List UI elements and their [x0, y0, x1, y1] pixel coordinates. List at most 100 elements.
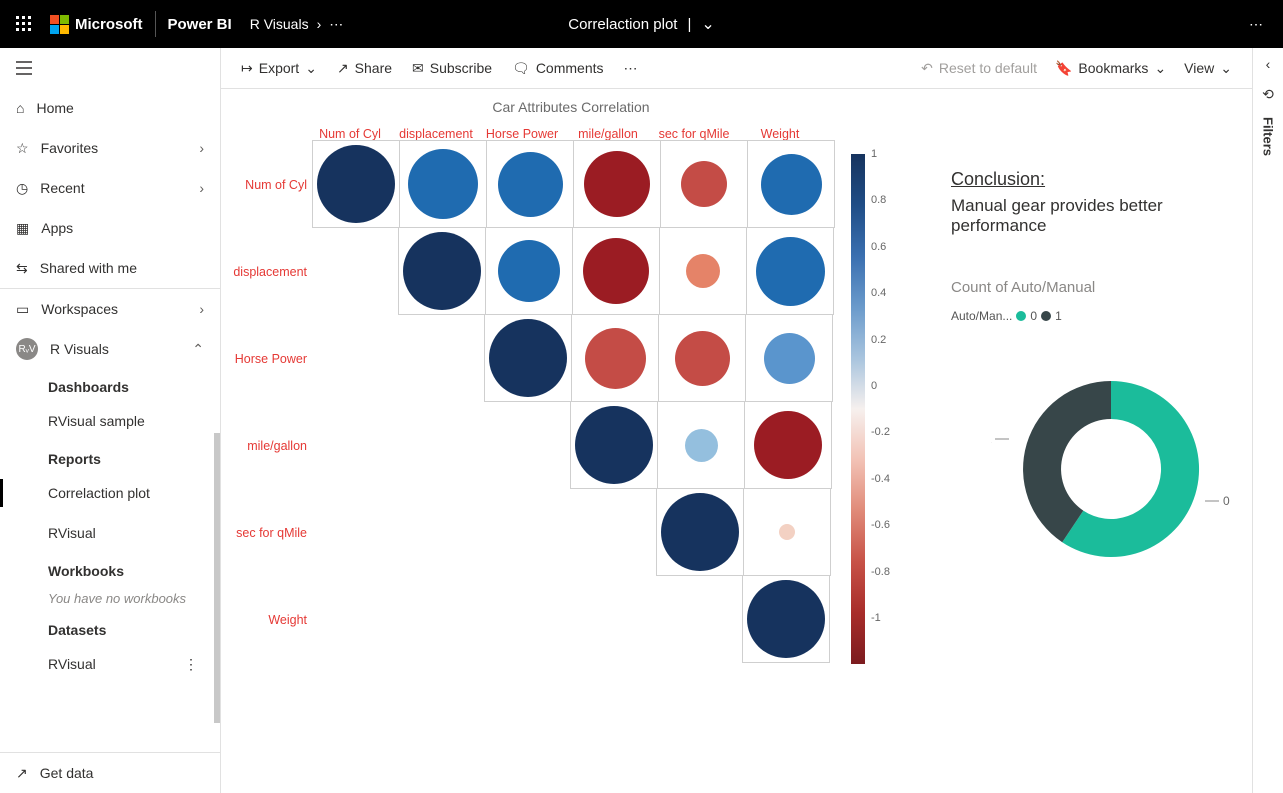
corr-cell [658, 314, 746, 402]
corr-cell [313, 229, 399, 315]
left-nav: ⌂Home ☆ Favorites › ◷Recent› ▦ Apps ⇆Shared… [0, 48, 221, 793]
gradient-bar [851, 154, 865, 664]
app-launcher-icon[interactable] [8, 8, 40, 40]
nav-label: Favorites [41, 140, 188, 156]
item-label: RVisual sample [48, 413, 145, 429]
corr-cell [313, 577, 399, 663]
corr-circle [498, 152, 563, 217]
corr-cell [747, 140, 835, 228]
legend-text: 1 [1055, 309, 1062, 323]
breadcrumb[interactable]: R Visuals › ⋯ [250, 16, 344, 33]
section-dashboards: Dashboards [0, 369, 220, 401]
dataset-item[interactable]: RVisual⋮ [0, 644, 220, 684]
brand-label: Microsoft [75, 16, 143, 33]
conclusion-title: Conclusion: [951, 169, 1231, 190]
report-item[interactable]: RVisual [0, 513, 220, 553]
nav-workspaces[interactable]: ▭Workspaces› [0, 289, 220, 329]
column-headers: Num of CyldisplacementHorse Powermile/ga… [307, 127, 911, 141]
more-options-icon[interactable]: ⋯ [1249, 16, 1275, 33]
slice-label-0: 0 [1223, 494, 1230, 508]
corr-circle [756, 237, 825, 306]
tick-label: 0.4 [871, 287, 890, 333]
more-icon[interactable]: ⋮ [184, 656, 198, 673]
main-area: ↦Export⌄ ↗Share ✉Subscribe 🗨Comments ⋯ ↶… [221, 48, 1252, 793]
star-icon: ☆ [16, 140, 29, 157]
nav-label: Home [36, 100, 73, 116]
report-item-selected[interactable]: Correlaction plot [0, 473, 220, 513]
corr-circle [583, 238, 649, 304]
command-bar: ↦Export⌄ ↗Share ✉Subscribe 🗨Comments ⋯ ↶… [221, 48, 1252, 89]
corr-circle [585, 328, 646, 389]
dash-item[interactable]: RVisual sample [0, 401, 220, 441]
corr-cell [313, 403, 399, 489]
corr-circle [685, 429, 718, 462]
col-header: displacement [393, 127, 479, 141]
corr-circle [584, 151, 650, 217]
nav-apps[interactable]: ▦ Apps [0, 208, 220, 248]
breadcrumb-workspace[interactable]: R Visuals [250, 16, 309, 32]
reset-button: ↶Reset to default [913, 56, 1045, 81]
color-scale: 10.80.60.40.20-0.2-0.4-0.6-0.8-1 [851, 154, 909, 684]
view-button[interactable]: View⌄ [1176, 56, 1240, 81]
subscribe-button[interactable]: ✉Subscribe [404, 56, 500, 81]
slice-label-1: 1 [991, 432, 992, 446]
corr-cell [571, 577, 657, 663]
filters-tab[interactable]: Filters [1261, 117, 1276, 156]
corr-cell [573, 140, 661, 228]
share-button[interactable]: ↗Share [329, 56, 400, 81]
hamburger-icon[interactable] [0, 48, 220, 88]
cmd-label: Reset to default [939, 60, 1037, 76]
nav-label: Apps [41, 220, 73, 236]
conclusion-text-visual[interactable]: Conclusion: Manual gear provides better … [951, 169, 1231, 236]
col-header: Horse Power [479, 127, 565, 141]
nav-label: Get data [40, 765, 94, 781]
more-button[interactable]: ⋯ [616, 56, 646, 81]
correlation-visual[interactable]: Car Attributes Correlation Num of Cyldis… [231, 99, 911, 663]
nav-get-data[interactable]: ↗ Get data [0, 752, 220, 793]
get-data-icon: ↗ [16, 765, 28, 782]
cmd-label: Export [259, 60, 299, 76]
corr-circle [661, 493, 739, 571]
chevron-up-icon: ⌃ [192, 341, 204, 358]
corr-cell [657, 401, 745, 489]
bookmarks-button[interactable]: 🔖Bookmarks⌄ [1047, 56, 1174, 81]
row-header: Horse Power [231, 352, 313, 366]
corr-circle [489, 319, 567, 397]
more-icon[interactable]: ⋯ [329, 16, 343, 33]
section-reports: Reports [0, 441, 220, 473]
workspace-icon: ▭ [16, 301, 29, 318]
corr-cell [742, 575, 830, 663]
nav-recent[interactable]: ◷Recent› [0, 168, 220, 208]
report-title-area[interactable]: Correlaction plot | ⌄ [568, 14, 715, 34]
chart-title: Car Attributes Correlation [231, 99, 911, 115]
nav-current-workspace[interactable]: RᵥVR Visuals⌃ [0, 329, 220, 369]
apps-icon: ▦ [16, 220, 29, 237]
chevron-down-icon[interactable]: ⌄ [701, 14, 714, 34]
corr-circle [317, 145, 395, 223]
report-canvas[interactable]: Car Attributes Correlation Num of Cyldis… [221, 89, 1252, 793]
corr-circle [764, 333, 815, 384]
legend-text: 0 [1030, 309, 1037, 323]
more-icon: ⋯ [624, 60, 638, 77]
legend-dot-1 [1041, 311, 1051, 321]
nav-favorites[interactable]: ☆ Favorites › [0, 128, 220, 168]
nav-shared[interactable]: ⇆Shared with me [0, 248, 220, 288]
donut-chart-visual[interactable]: 0 1 [991, 349, 1251, 589]
chevron-right-icon: › [199, 140, 204, 156]
nav-scrollbar[interactable] [214, 433, 220, 723]
nav-home[interactable]: ⌂Home [0, 88, 220, 128]
people-icon: ⇆ [16, 260, 28, 277]
chevron-right-icon: › [199, 301, 204, 317]
comments-button[interactable]: 🗨Comments [504, 56, 611, 81]
col-header: Weight [737, 127, 823, 141]
scale-ticks: 10.80.60.40.20-0.2-0.4-0.6-0.8-1 [871, 148, 890, 658]
collapse-icon[interactable]: ‹ [1266, 56, 1271, 72]
cmd-label: Bookmarks [1078, 60, 1148, 76]
corr-cell [485, 227, 573, 315]
corr-cell [485, 403, 571, 489]
cmd-label: View [1184, 60, 1214, 76]
export-button[interactable]: ↦Export⌄ [233, 56, 325, 81]
section-workbooks: Workbooks [0, 553, 220, 585]
pin-icon[interactable]: ⟲ [1262, 86, 1274, 103]
corr-circle [675, 331, 730, 386]
